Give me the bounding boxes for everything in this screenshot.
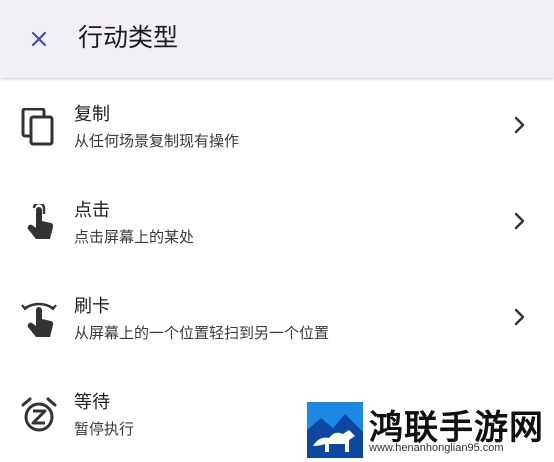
alarm-snooze-icon (21, 397, 57, 432)
item-title: 刷卡 (74, 296, 110, 317)
item-subtitle: 点击屏幕上的某处 (74, 228, 195, 246)
item-title: 点击 (74, 200, 110, 221)
watermark: 鸿联手游网 www.henanhonglian95.com (307, 402, 554, 462)
item-subtitle: 从任何场景复制现有操作 (74, 132, 240, 150)
list-item-tap[interactable]: 点击 点击屏幕上的某处 (0, 174, 554, 270)
swipe-icon (21, 302, 57, 337)
chevron-right-icon (514, 308, 525, 326)
item-title: 复制 (74, 104, 110, 125)
item-title: 等待 (74, 392, 110, 413)
close-icon (31, 31, 47, 47)
copy-icon (21, 108, 54, 146)
item-subtitle: 暂停执行 (74, 420, 135, 438)
page-title: 行动类型 (78, 23, 179, 52)
watermark-logo-icon (307, 402, 363, 458)
list-item-copy[interactable]: 复制 从任何场景复制现有操作 (0, 78, 554, 174)
app-bar: 行动类型 (0, 0, 554, 78)
watermark-url: www.henanhonglian95.com (369, 442, 504, 454)
chevron-right-icon (514, 212, 525, 230)
list-item-swipe[interactable]: 刷卡 从屏幕上的一个位置轻扫到另一个位置 (0, 270, 554, 366)
close-button[interactable] (22, 22, 56, 56)
item-subtitle: 从屏幕上的一个位置轻扫到另一个位置 (74, 324, 330, 342)
tap-icon (27, 204, 54, 239)
chevron-right-icon (514, 116, 525, 134)
